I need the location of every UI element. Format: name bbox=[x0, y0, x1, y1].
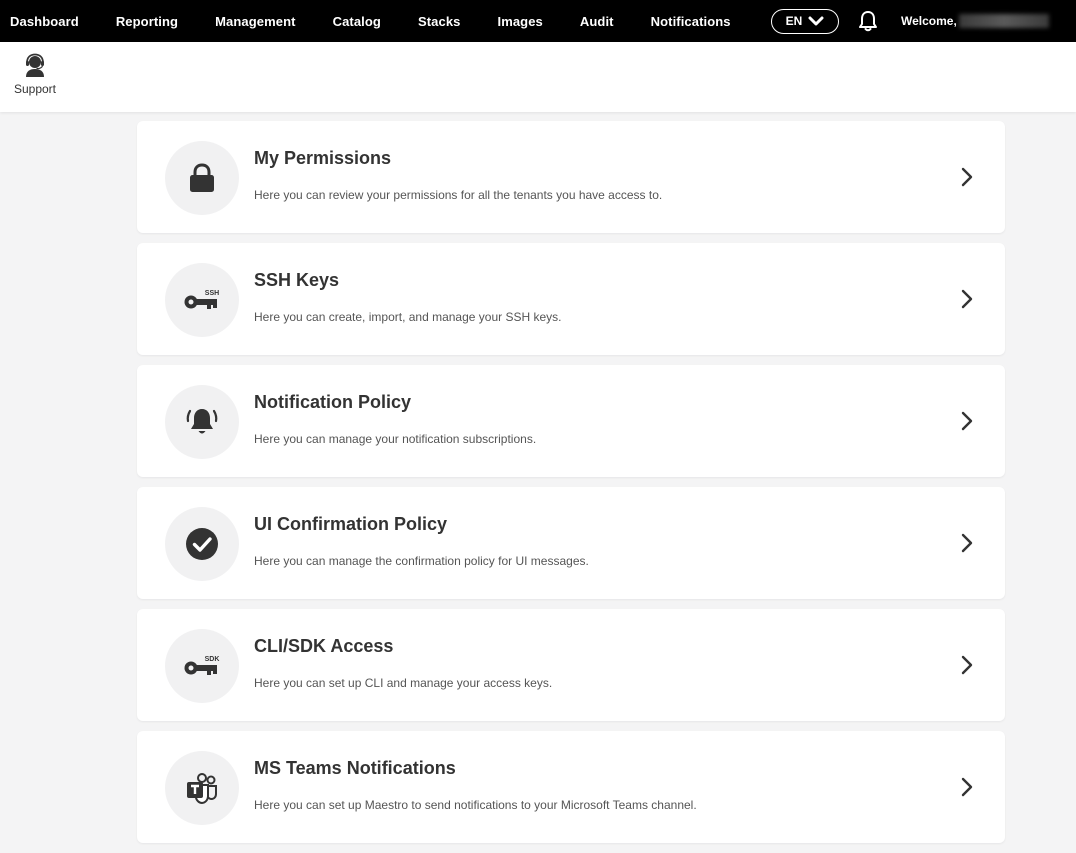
nav-audit[interactable]: Audit bbox=[580, 14, 614, 29]
nav-images[interactable]: Images bbox=[497, 14, 542, 29]
bell-icon bbox=[186, 409, 218, 434]
chevron-down-icon bbox=[808, 16, 824, 25]
top-nav-bar: Dashboard Reporting Management Catalog S… bbox=[0, 0, 1076, 42]
nav-dashboard[interactable]: Dashboard bbox=[10, 14, 79, 29]
sub-toolbar: Support bbox=[0, 42, 1076, 112]
card-title: UI Confirmation Policy bbox=[254, 514, 448, 534]
headset-icon bbox=[26, 53, 44, 77]
card-description: Here you can set up Maestro to send noti… bbox=[254, 798, 697, 812]
card-title: SSH Keys bbox=[254, 270, 340, 290]
nav-management[interactable]: Management bbox=[215, 14, 295, 29]
check-circle-icon bbox=[186, 528, 218, 560]
nav-stacks[interactable]: Stacks bbox=[418, 14, 461, 29]
card-ssh-keys[interactable]: SSH SSH Keys Here you can create, import… bbox=[137, 243, 1005, 355]
chevron-right-icon bbox=[957, 775, 977, 799]
topbar-right: EN Welcome, bbox=[771, 0, 1049, 42]
card-my-permissions[interactable]: My Permissions Here you can review your … bbox=[137, 121, 1005, 233]
card-description: Here you can manage your notification su… bbox=[254, 432, 537, 446]
ssh-key-icon: SSH bbox=[184, 290, 219, 309]
card-description: Here you can create, import, and manage … bbox=[254, 310, 562, 324]
card-icon-circle bbox=[165, 751, 239, 825]
card-title: CLI/SDK Access bbox=[254, 636, 394, 656]
nav-reporting[interactable]: Reporting bbox=[116, 14, 178, 29]
card-title: My Permissions bbox=[254, 148, 392, 168]
welcome-user[interactable]: Welcome, bbox=[901, 14, 1049, 29]
svg-text:SDK: SDK bbox=[205, 656, 220, 663]
nav-notifications[interactable]: Notifications bbox=[651, 14, 731, 29]
card-title: Notification Policy bbox=[254, 392, 412, 412]
card-icon-circle: SDK bbox=[165, 629, 239, 703]
welcome-label: Welcome, bbox=[901, 13, 957, 28]
sdk-key-icon: SDK bbox=[184, 656, 220, 675]
ms-teams-icon bbox=[187, 773, 217, 804]
language-label: EN bbox=[785, 14, 803, 28]
card-description: Here you can set up CLI and manage your … bbox=[254, 676, 553, 690]
card-cli-sdk-access[interactable]: SDK CLI/SDK Access Here you can set up C… bbox=[137, 609, 1005, 721]
lock-icon bbox=[190, 163, 214, 192]
support-button[interactable]: Support bbox=[8, 52, 62, 96]
language-selector[interactable]: EN bbox=[771, 8, 839, 34]
card-description: Here you can review your permissions for… bbox=[254, 188, 663, 202]
bell-outline-icon bbox=[859, 11, 877, 32]
chevron-right-icon bbox=[957, 287, 977, 311]
card-ms-teams-notifications[interactable]: MS Teams Notifications Here you can set … bbox=[137, 731, 1005, 843]
card-title: MS Teams Notifications bbox=[254, 758, 456, 778]
card-icon-circle bbox=[165, 141, 239, 215]
chevron-right-icon bbox=[957, 531, 977, 555]
card-icon-circle bbox=[165, 507, 239, 581]
chevron-right-icon bbox=[957, 653, 977, 677]
user-name-redacted bbox=[958, 14, 1049, 29]
settings-card-list: My Permissions Here you can review your … bbox=[137, 121, 1005, 853]
svg-text:SSH: SSH bbox=[205, 290, 219, 297]
card-description: Here you can manage the confirmation pol… bbox=[254, 554, 589, 568]
main-nav: Dashboard Reporting Management Catalog S… bbox=[0, 0, 768, 42]
card-ui-confirmation-policy[interactable]: UI Confirmation Policy Here you can mana… bbox=[137, 487, 1005, 599]
card-notification-policy[interactable]: Notification Policy Here you can manage … bbox=[137, 365, 1005, 477]
chevron-right-icon bbox=[957, 409, 977, 433]
card-icon-circle bbox=[165, 385, 239, 459]
nav-catalog[interactable]: Catalog bbox=[333, 14, 381, 29]
notifications-bell-button[interactable] bbox=[857, 10, 879, 32]
card-icon-circle: SSH bbox=[165, 263, 239, 337]
support-label: Support bbox=[13, 82, 57, 96]
chevron-right-icon bbox=[957, 165, 977, 189]
